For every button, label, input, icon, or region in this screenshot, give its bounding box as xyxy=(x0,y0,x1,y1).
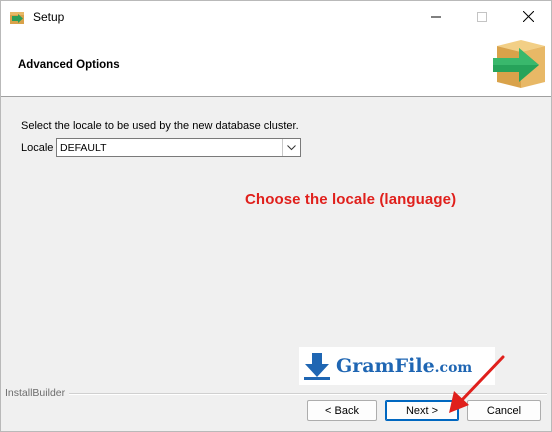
maximize-button[interactable] xyxy=(459,1,505,32)
minimize-icon xyxy=(431,16,441,17)
annotation-arrow-icon xyxy=(449,355,505,413)
window-title: Setup xyxy=(33,10,65,24)
locale-selected-value: DEFAULT xyxy=(60,142,107,154)
watermark-name: GramFile xyxy=(336,355,435,377)
locale-select[interactable]: DEFAULT xyxy=(56,138,301,157)
setup-window: Setup Advanced Options Select the locale… xyxy=(0,0,552,432)
page-title: Advanced Options xyxy=(18,59,120,71)
back-button[interactable]: < Back xyxy=(307,400,377,421)
close-button[interactable] xyxy=(505,1,551,32)
annotation-text: Choose the locale (language) xyxy=(245,191,457,208)
locale-description: Select the locale to be used by the new … xyxy=(21,120,299,132)
title-bar[interactable]: Setup xyxy=(1,1,551,32)
wizard-header: Advanced Options xyxy=(1,32,551,97)
download-arrow-icon xyxy=(304,353,330,380)
minimize-button[interactable] xyxy=(413,1,459,32)
locale-label: Locale xyxy=(21,142,54,154)
chevron-down-icon xyxy=(287,144,296,150)
app-icon xyxy=(10,12,24,24)
locale-dropdown-button[interactable] xyxy=(282,139,300,156)
install-box-arrow-icon xyxy=(493,40,545,88)
brand-label: InstallBuilder xyxy=(5,387,66,399)
close-icon xyxy=(522,11,534,22)
maximize-icon xyxy=(477,11,487,22)
